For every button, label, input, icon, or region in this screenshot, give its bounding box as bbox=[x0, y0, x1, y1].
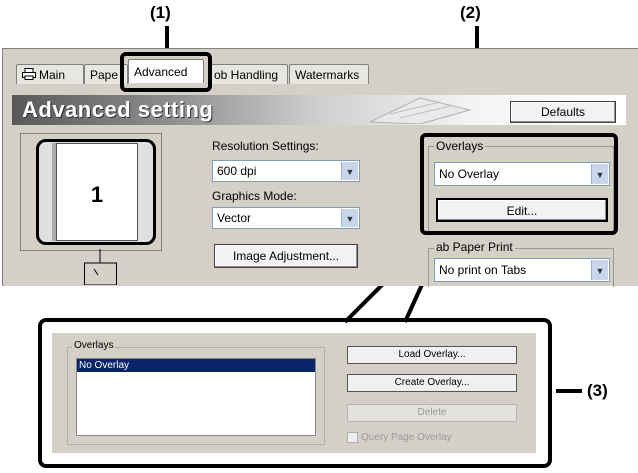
overlays-highlight bbox=[420, 133, 618, 235]
tab-main-label: Main bbox=[39, 68, 66, 82]
graphics-mode-select[interactable]: Vector ▼ bbox=[212, 207, 360, 229]
tab-job-handling[interactable]: ob Handling bbox=[208, 64, 288, 84]
resolution-label: Resolution Settings: bbox=[212, 139, 319, 153]
tab-job-handling-label: ob Handling bbox=[214, 68, 279, 82]
chevron-down-icon[interactable]: ▼ bbox=[341, 209, 358, 227]
graphics-mode-label: Graphics Mode: bbox=[212, 189, 297, 203]
advanced-tab-highlight bbox=[120, 52, 212, 92]
tab-paper-print-title: ab Paper Print bbox=[434, 240, 515, 254]
image-adjustment-button[interactable]: Image Adjustment... bbox=[214, 244, 358, 268]
banner-title: Advanced setting bbox=[22, 97, 214, 122]
page-number: 1 bbox=[90, 182, 104, 207]
tab-paper-print-value: No print on Tabs bbox=[439, 263, 527, 277]
resolution-value: 600 dpi bbox=[217, 164, 257, 178]
binding-icon bbox=[84, 249, 117, 285]
printer-icon bbox=[22, 66, 36, 86]
defaults-button[interactable]: Defaults bbox=[510, 101, 616, 123]
resolution-select[interactable]: 600 dpi ▼ bbox=[212, 160, 360, 182]
tab-main[interactable]: Main bbox=[16, 64, 84, 84]
tab-watermarks[interactable]: Watermarks bbox=[289, 64, 369, 84]
printer-graphic-icon bbox=[369, 97, 472, 124]
chevron-down-icon[interactable]: ▼ bbox=[341, 162, 358, 180]
chevron-down-icon[interactable]: ▼ bbox=[591, 260, 608, 280]
page-preview: 1 bbox=[56, 143, 138, 241]
tab-paper-label: Pape bbox=[90, 68, 119, 82]
tab-watermarks-label: Watermarks bbox=[295, 68, 360, 82]
tab-paper-print-select[interactable]: No print on Tabs ▼ bbox=[434, 258, 610, 282]
overlay-dialog-highlight bbox=[38, 318, 552, 468]
graphics-mode-value: Vector bbox=[217, 211, 252, 225]
